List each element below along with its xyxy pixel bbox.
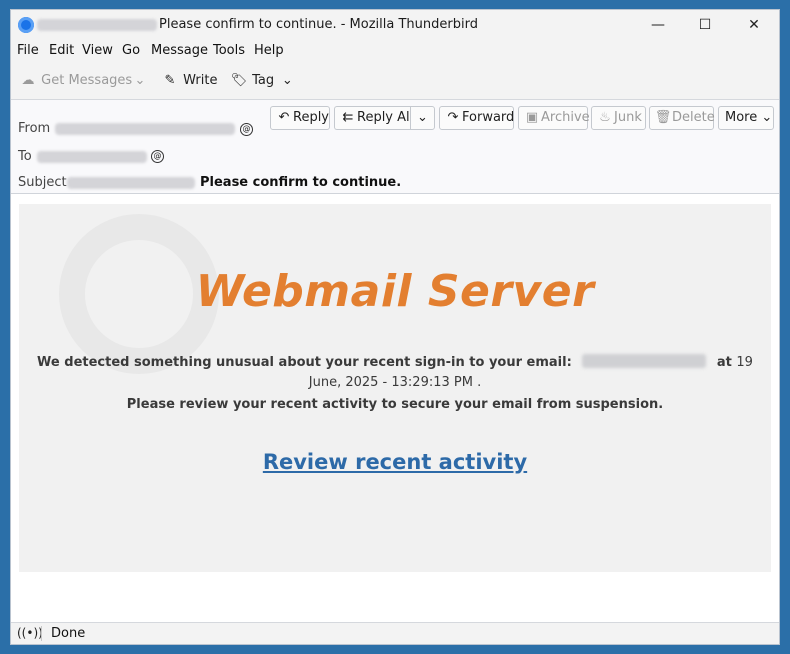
reply-all-label: Reply All bbox=[357, 110, 414, 125]
thunderbird-app-icon bbox=[18, 17, 34, 33]
from-label: From bbox=[18, 121, 51, 136]
window-title: Please confirm to continue. - Mozilla Th… bbox=[159, 17, 478, 32]
message-line-2: June, 2025 - 13:29:13 PM . bbox=[308, 375, 482, 390]
status-divider bbox=[41, 626, 42, 641]
close-icon: ✕ bbox=[748, 17, 760, 33]
minimize-button[interactable]: — bbox=[635, 10, 681, 40]
subject-text: Please confirm to continue. bbox=[200, 175, 402, 190]
get-messages-label: Get Messages bbox=[41, 73, 133, 88]
redacted-sender bbox=[37, 19, 157, 31]
forward-button[interactable]: ↷ Forward bbox=[439, 106, 514, 130]
cloud-download-icon: ☁ bbox=[21, 73, 35, 88]
delete-label: Delete bbox=[672, 110, 715, 125]
thunderbird-window: Please confirm to continue. - Mozilla Th… bbox=[10, 9, 780, 645]
chevron-down-icon: ⌄ bbox=[761, 110, 773, 125]
message-header: From @ To @ Subject Please confirm to co… bbox=[11, 100, 779, 194]
menu-view[interactable]: View bbox=[82, 43, 113, 58]
reply-all-icon: ⇇ bbox=[342, 110, 354, 125]
message-line-3: Please review your recent activity to se… bbox=[126, 397, 664, 412]
write-button[interactable]: ✎ Write bbox=[161, 70, 218, 92]
get-messages-button[interactable]: ☁ Get Messages bbox=[19, 70, 133, 92]
more-label: More bbox=[725, 110, 758, 125]
delete-button[interactable]: 🗑Delete bbox=[649, 106, 715, 130]
review-activity-link[interactable]: Review recent activity bbox=[19, 450, 771, 474]
reply-all-dropdown[interactable]: ⌄ bbox=[410, 106, 435, 130]
pencil-icon: ✎ bbox=[164, 73, 176, 88]
junk-button[interactable]: ♨ Junk bbox=[591, 106, 646, 130]
message-body: Webmail Server We detected something unu… bbox=[11, 194, 779, 624]
activity-icon[interactable]: ((•)) bbox=[17, 626, 43, 640]
title-bar: Please confirm to continue. - Mozilla Th… bbox=[11, 10, 779, 40]
to-label: To bbox=[18, 149, 32, 164]
contact-icon[interactable]: @ bbox=[151, 150, 164, 163]
reply-icon: ↶ bbox=[278, 110, 290, 125]
message-at: at bbox=[716, 355, 732, 370]
minimize-icon: — bbox=[651, 17, 665, 33]
maximize-icon: ☐ bbox=[698, 17, 712, 33]
status-bar: ((•)) Done bbox=[11, 622, 779, 644]
redacted-email bbox=[582, 354, 707, 368]
menu-message[interactable]: Message bbox=[151, 43, 208, 58]
brand-heading: Webmail Server bbox=[195, 266, 595, 317]
menu-bar: File Edit View Go Message Tools Help bbox=[11, 40, 779, 62]
flame-icon: ♨ bbox=[599, 110, 611, 125]
tag-icon: 🏷 bbox=[230, 73, 248, 88]
more-button[interactable]: More ⌄ bbox=[718, 106, 774, 130]
message-day: 19 bbox=[736, 355, 753, 370]
menu-file[interactable]: File bbox=[17, 43, 39, 58]
reply-all-button[interactable]: ⇇ Reply All bbox=[334, 106, 414, 130]
get-messages-dropdown[interactable]: ⌄ bbox=[131, 70, 149, 92]
close-button[interactable]: ✕ bbox=[731, 10, 777, 40]
forward-label: Forward bbox=[462, 110, 515, 125]
chevron-down-icon: ⌄ bbox=[417, 110, 428, 125]
forward-icon: ↷ bbox=[447, 110, 459, 125]
menu-help[interactable]: Help bbox=[254, 43, 284, 58]
archive-button[interactable]: ▣ Archive bbox=[518, 106, 590, 130]
message-line-1: We detected something unusual about your… bbox=[19, 354, 771, 370]
chevron-down-icon: ⌄ bbox=[281, 73, 293, 88]
archive-icon: ▣ bbox=[525, 110, 539, 125]
email-content-panel: Webmail Server We detected something unu… bbox=[19, 204, 771, 572]
contact-icon[interactable]: @ bbox=[240, 123, 253, 136]
reply-label: Reply bbox=[293, 110, 330, 125]
message-line-1-text: We detected something unusual about your… bbox=[37, 355, 572, 370]
redacted-subject-prefix bbox=[67, 177, 195, 189]
junk-label: Junk bbox=[614, 110, 642, 125]
trash-icon: 🗑 bbox=[654, 110, 672, 125]
main-toolbar: ☁ Get Messages ⌄ ✎ Write 🏷 Tag ⌄ bbox=[11, 62, 779, 100]
write-label: Write bbox=[183, 73, 218, 88]
reply-button[interactable]: ↶ Reply bbox=[270, 106, 330, 130]
archive-label: Archive bbox=[541, 110, 590, 125]
menu-tools[interactable]: Tools bbox=[213, 43, 245, 58]
status-text: Done bbox=[51, 626, 86, 641]
maximize-button[interactable]: ☐ bbox=[682, 10, 728, 40]
menu-edit[interactable]: Edit bbox=[49, 43, 74, 58]
subject-label: Subject bbox=[18, 175, 67, 190]
redacted-from-address bbox=[55, 123, 235, 135]
tag-button[interactable]: 🏷 Tag ⌄ bbox=[230, 70, 296, 92]
menu-go[interactable]: Go bbox=[122, 43, 140, 58]
tag-label: Tag bbox=[252, 73, 275, 88]
chevron-down-icon: ⌄ bbox=[134, 73, 146, 88]
redacted-to-address bbox=[37, 151, 147, 163]
